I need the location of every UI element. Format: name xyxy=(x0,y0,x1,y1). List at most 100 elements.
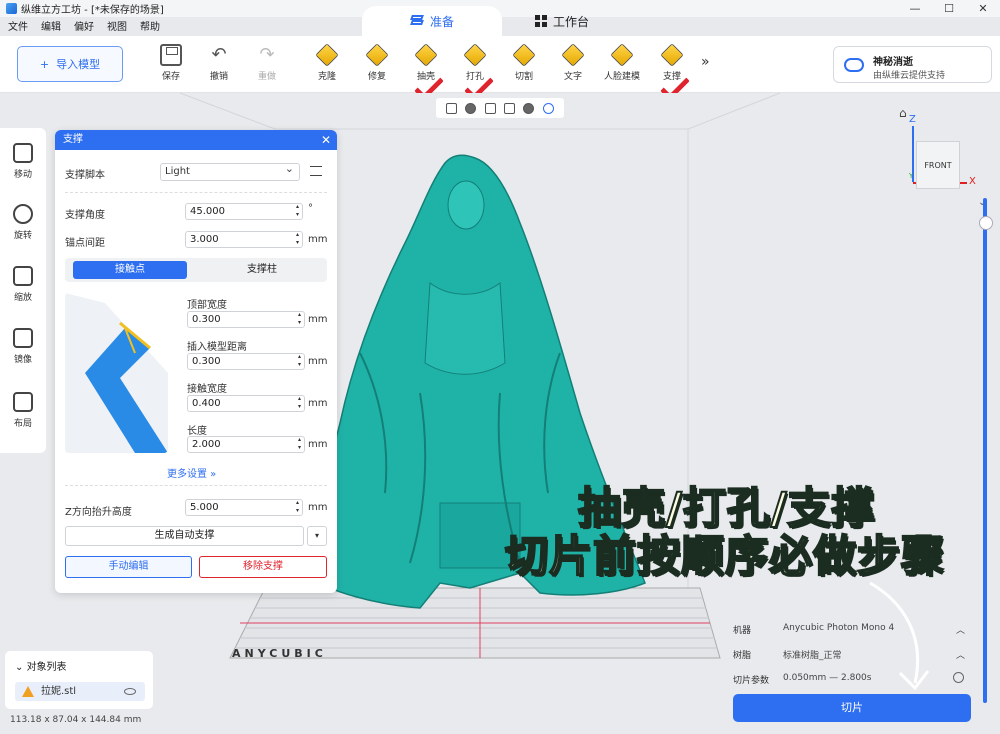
support-tool[interactable]: 支撑 xyxy=(651,43,693,82)
top-width-input[interactable]: 0.300 xyxy=(187,311,305,328)
layer-slider[interactable] xyxy=(979,198,993,703)
object-list-item[interactable]: 拉妮.stl xyxy=(15,682,145,701)
support-icon xyxy=(660,43,684,67)
redo-icon: ↷ xyxy=(259,44,275,65)
cloud-title: 神秘消逝 xyxy=(873,57,913,68)
menu-edit[interactable]: 编辑 xyxy=(41,18,61,33)
tab-prepare[interactable]: 准备 xyxy=(362,6,502,36)
close-window-button[interactable]: ✕ xyxy=(966,0,1000,17)
divider xyxy=(65,485,327,486)
undo-icon: ↶ xyxy=(211,44,227,65)
repair-tool[interactable]: 修复 xyxy=(356,43,398,82)
machine-expand-icon[interactable]: ︿ xyxy=(956,623,965,636)
manual-edit-button[interactable]: 手动编辑 xyxy=(65,556,192,578)
front-face-label[interactable]: FRONT xyxy=(916,141,960,189)
object-list-title[interactable]: ⌄ 对象列表 xyxy=(15,658,67,673)
slice-params-label: 切片参数 xyxy=(733,676,770,686)
text-tool[interactable]: 文字 xyxy=(552,43,594,82)
length-input[interactable]: 2.000 xyxy=(187,436,305,453)
move-tool[interactable]: 移动 xyxy=(0,143,46,180)
more-settings-link[interactable]: 更多设置 » xyxy=(167,465,216,480)
tab-support-column[interactable]: 支撑柱 xyxy=(205,261,319,279)
menu-help[interactable]: 帮助 xyxy=(140,18,160,33)
preset-select[interactable]: Light xyxy=(160,161,300,181)
z-lift-unit: mm xyxy=(308,502,328,513)
caption-line-2: 切片前按顺序必做步骤 xyxy=(504,531,945,583)
undo-tool[interactable]: ↶ 撤销 xyxy=(198,44,240,82)
section-view-icon[interactable] xyxy=(504,102,516,114)
resin-expand-icon[interactable]: ︿ xyxy=(956,648,965,661)
minimize-button[interactable]: — xyxy=(898,0,932,17)
face-modeling-label: 人脸建模 xyxy=(603,72,640,82)
import-model-button[interactable]: + 导入模型 xyxy=(17,46,123,82)
layout-label: 布局 xyxy=(13,419,32,429)
support-tabs: 接触点 支撑柱 xyxy=(65,258,327,282)
layout-tool[interactable]: 布局 xyxy=(0,392,46,429)
move-label: 移动 xyxy=(13,170,32,180)
generate-options-dropdown[interactable]: ▾ xyxy=(307,526,327,546)
visibility-eye-icon[interactable] xyxy=(124,688,136,695)
mirror-tool[interactable]: 镜像 xyxy=(0,328,46,365)
view-mode-toolbar xyxy=(436,98,564,118)
face-modeling-icon xyxy=(610,43,634,67)
spacing-input[interactable]: 3.000 xyxy=(185,231,303,248)
rotate-tool[interactable]: 旋转 xyxy=(0,204,46,241)
slice-button[interactable]: 切片 xyxy=(733,694,971,722)
hollow-icon xyxy=(414,43,438,67)
insert-depth-label: 插入模型距离 xyxy=(187,342,247,353)
top-width-unit: mm xyxy=(308,314,328,325)
insert-depth-input[interactable]: 0.300 xyxy=(187,353,305,370)
outline-view-icon[interactable] xyxy=(484,102,496,114)
text-label: 文字 xyxy=(563,72,582,82)
cloud-icon xyxy=(844,58,864,72)
resin-value[interactable]: 标准树脂_正常 xyxy=(783,648,842,661)
contact-width-input[interactable]: 0.400 xyxy=(187,395,305,412)
redo-tool[interactable]: ↷ 重做 xyxy=(246,44,288,82)
contact-diagram-graphic xyxy=(65,293,168,453)
length-unit: mm xyxy=(308,439,328,450)
cloud-status-card[interactable]: 神秘消逝 由纵维云提供支持 xyxy=(833,46,992,83)
machine-value[interactable]: Anycubic Photon Mono 4 xyxy=(783,623,894,633)
scale-tool[interactable]: 缩放 xyxy=(0,266,46,303)
menu-view[interactable]: 视图 xyxy=(107,18,127,33)
warning-icon xyxy=(22,686,34,697)
wireframe-view-icon[interactable] xyxy=(446,102,458,114)
hollow-tool[interactable]: 抽壳 xyxy=(405,43,447,82)
clone-label: 克隆 xyxy=(317,72,336,82)
text-icon xyxy=(561,43,585,67)
xray-view-icon[interactable] xyxy=(542,102,554,114)
contact-width-unit: mm xyxy=(308,398,328,409)
save-tool[interactable]: 保存 xyxy=(150,44,192,82)
shaded-sphere-icon[interactable] xyxy=(523,102,535,114)
cut-tool[interactable]: 切割 xyxy=(503,43,545,82)
x-axis-label: X xyxy=(969,176,976,187)
close-icon[interactable]: ✕ xyxy=(321,130,331,150)
tab-workbench[interactable]: 工作台 xyxy=(535,6,589,36)
generate-supports-button[interactable]: 生成自动支撑 xyxy=(65,526,304,546)
grid-icon xyxy=(535,15,547,27)
angle-input[interactable]: 45.000 xyxy=(185,203,303,220)
tab-contact-point[interactable]: 接触点 xyxy=(73,261,187,279)
more-tools-button[interactable]: » xyxy=(701,54,710,70)
slice-params-value: 0.050mm — 2.800s xyxy=(783,673,872,683)
redo-label: 重做 xyxy=(257,72,276,82)
home-view-icon[interactable]: ⌂ xyxy=(899,106,907,120)
plus-icon: + xyxy=(39,57,50,71)
mirror-icon xyxy=(13,328,33,348)
clone-tool[interactable]: 克隆 xyxy=(306,43,348,82)
scale-icon xyxy=(13,266,33,286)
main-toolbar: + 导入模型 保存 ↶ 撤销 ↷ 重做 克隆 修复 抽壳 打孔 切割 文字 人脸… xyxy=(0,36,1000,101)
menu-file[interactable]: 文件 xyxy=(8,18,28,33)
z-lift-input[interactable]: 5.000 xyxy=(185,499,303,516)
sliders-icon[interactable] xyxy=(310,166,322,176)
orientation-cube[interactable]: ⌂ Z X Y FRONT xyxy=(893,98,983,198)
maximize-button[interactable]: ☐ xyxy=(932,0,966,17)
menu-preferences[interactable]: 偏好 xyxy=(74,18,94,33)
repair-label: 修复 xyxy=(367,72,386,82)
z-axis-label: Z xyxy=(909,114,916,125)
settings-gear-icon[interactable] xyxy=(953,672,964,683)
face-modeling-tool[interactable]: 人脸建模 xyxy=(601,43,643,82)
remove-supports-button[interactable]: 移除支撑 xyxy=(199,556,327,578)
solid-view-icon[interactable] xyxy=(465,102,477,114)
rotate-icon xyxy=(13,204,33,224)
